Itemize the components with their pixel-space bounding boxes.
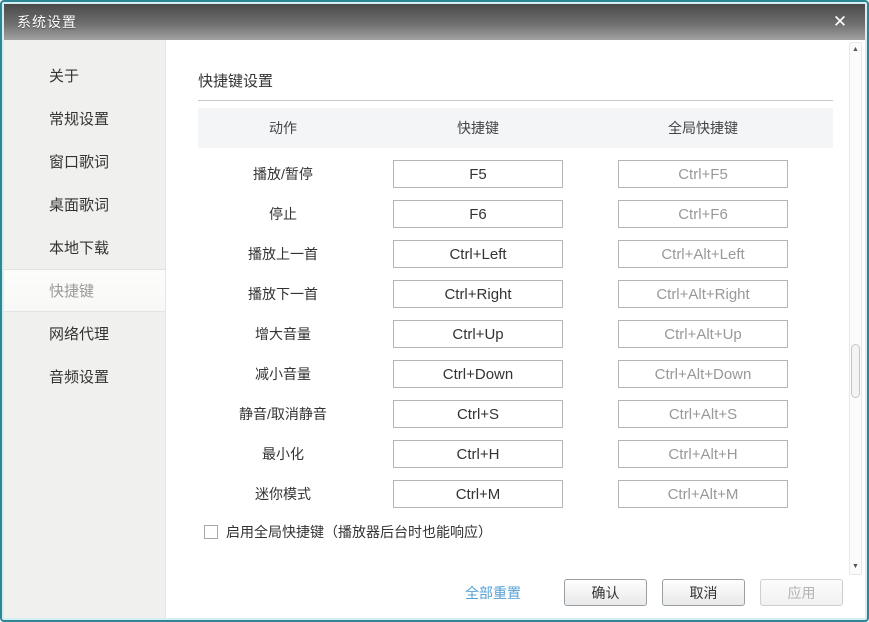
hotkey-input-minimize[interactable] xyxy=(393,440,563,468)
column-header-global-hotkey: 全局快捷键 xyxy=(668,120,738,136)
hotkey-row: 播放下一首 xyxy=(198,274,833,314)
global-hotkey-input-prev-track[interactable] xyxy=(618,240,788,268)
footer-actions: 全部重置 确认 取消 应用 xyxy=(465,579,843,606)
window-title: 系统设置 xyxy=(17,14,77,30)
hotkey-input-mini-mode[interactable] xyxy=(393,480,563,508)
hotkey-row: 减小音量 xyxy=(198,354,833,394)
action-label: 播放上一首 xyxy=(248,246,318,262)
settings-window: 系统设置 ✕ 关于 常规设置 窗口歌词 桌面歌词 本地下载 快捷键 网络代理 音频设置 快捷键… xyxy=(0,0,869,622)
action-label: 减小音量 xyxy=(255,366,311,382)
global-hotkey-input-next-track[interactable] xyxy=(618,280,788,308)
global-hotkey-option: 启用全局快捷键（播放器后台时也能响应） xyxy=(198,522,865,542)
scrollbar[interactable]: ▲ ▼ xyxy=(849,42,862,575)
page-title: 快捷键设置 xyxy=(198,73,274,90)
hotkey-row: 静音/取消静音 xyxy=(198,394,833,434)
apply-button[interactable]: 应用 xyxy=(760,579,843,606)
reset-all-link[interactable]: 全部重置 xyxy=(465,583,521,603)
global-hotkey-input-volume-up[interactable] xyxy=(618,320,788,348)
hotkey-row: 播放上一首 xyxy=(198,234,833,274)
title-divider xyxy=(198,100,833,101)
action-label: 播放/暂停 xyxy=(253,166,313,182)
title-bar: 系统设置 ✕ xyxy=(4,4,865,40)
action-label: 迷你模式 xyxy=(255,486,311,502)
column-header-action: 动作 xyxy=(269,120,297,136)
global-hotkey-input-mini-mode[interactable] xyxy=(618,480,788,508)
sidebar-item-hotkeys[interactable]: 快捷键 xyxy=(4,269,165,312)
hotkey-input-play-pause[interactable] xyxy=(393,160,563,188)
global-hotkey-input-minimize[interactable] xyxy=(618,440,788,468)
action-label: 播放下一首 xyxy=(248,286,318,302)
sidebar-item-about[interactable]: 关于 xyxy=(4,54,165,97)
global-hotkey-input-stop[interactable] xyxy=(618,200,788,228)
sidebar: 关于 常规设置 窗口歌词 桌面歌词 本地下载 快捷键 网络代理 音频设置 xyxy=(4,40,166,618)
hotkey-input-volume-up[interactable] xyxy=(393,320,563,348)
hotkey-input-volume-down[interactable] xyxy=(393,360,563,388)
hotkey-row: 迷你模式 xyxy=(198,474,833,514)
sidebar-item-local-download[interactable]: 本地下载 xyxy=(4,226,165,269)
close-icon: ✕ xyxy=(832,12,848,31)
action-label: 停止 xyxy=(269,206,297,222)
hotkey-input-prev-track[interactable] xyxy=(393,240,563,268)
scrollbar-thumb[interactable] xyxy=(851,344,860,398)
sidebar-item-desktop-lyrics[interactable]: 桌面歌词 xyxy=(4,183,165,226)
column-header-hotkey: 快捷键 xyxy=(457,120,499,136)
hotkey-row: 增大音量 xyxy=(198,314,833,354)
action-label: 最小化 xyxy=(262,446,304,462)
hotkey-row: 停止 xyxy=(198,194,833,234)
sidebar-item-network-proxy[interactable]: 网络代理 xyxy=(4,312,165,355)
sidebar-item-window-lyrics[interactable]: 窗口歌词 xyxy=(4,140,165,183)
cancel-button[interactable]: 取消 xyxy=(662,579,745,606)
hotkey-row: 最小化 xyxy=(198,434,833,474)
action-label: 增大音量 xyxy=(255,326,311,342)
global-hotkey-input-volume-down[interactable] xyxy=(618,360,788,388)
global-hotkey-input-play-pause[interactable] xyxy=(618,160,788,188)
sidebar-item-audio[interactable]: 音频设置 xyxy=(4,355,165,398)
table-header: 动作 快捷键 全局快捷键 xyxy=(198,108,833,148)
hotkey-row: 播放/暂停 xyxy=(198,154,833,194)
hotkey-rows: 播放/暂停 停止 播放上一首 播放下一首 增大音量 减小音量 静音/取消静音 最… xyxy=(198,154,865,514)
content-panel: 快捷键设置 动作 快捷键 全局快捷键 播放/暂停 停止 播放上一首 播放下一首 … xyxy=(166,40,865,618)
confirm-button[interactable]: 确认 xyxy=(564,579,647,606)
enable-global-hotkeys-checkbox[interactable] xyxy=(204,525,218,539)
enable-global-hotkeys-label: 启用全局快捷键（播放器后台时也能响应） xyxy=(226,524,492,540)
scroll-down-icon[interactable]: ▼ xyxy=(850,561,861,573)
hotkey-input-mute[interactable] xyxy=(393,400,563,428)
action-label: 静音/取消静音 xyxy=(239,406,327,422)
sidebar-item-general[interactable]: 常规设置 xyxy=(4,97,165,140)
hotkey-input-stop[interactable] xyxy=(393,200,563,228)
global-hotkey-input-mute[interactable] xyxy=(618,400,788,428)
scroll-up-icon[interactable]: ▲ xyxy=(850,44,861,56)
hotkey-input-next-track[interactable] xyxy=(393,280,563,308)
close-button[interactable]: ✕ xyxy=(825,4,855,40)
window-body: 关于 常规设置 窗口歌词 桌面歌词 本地下载 快捷键 网络代理 音频设置 快捷键设置 动作 快… xyxy=(4,40,865,618)
